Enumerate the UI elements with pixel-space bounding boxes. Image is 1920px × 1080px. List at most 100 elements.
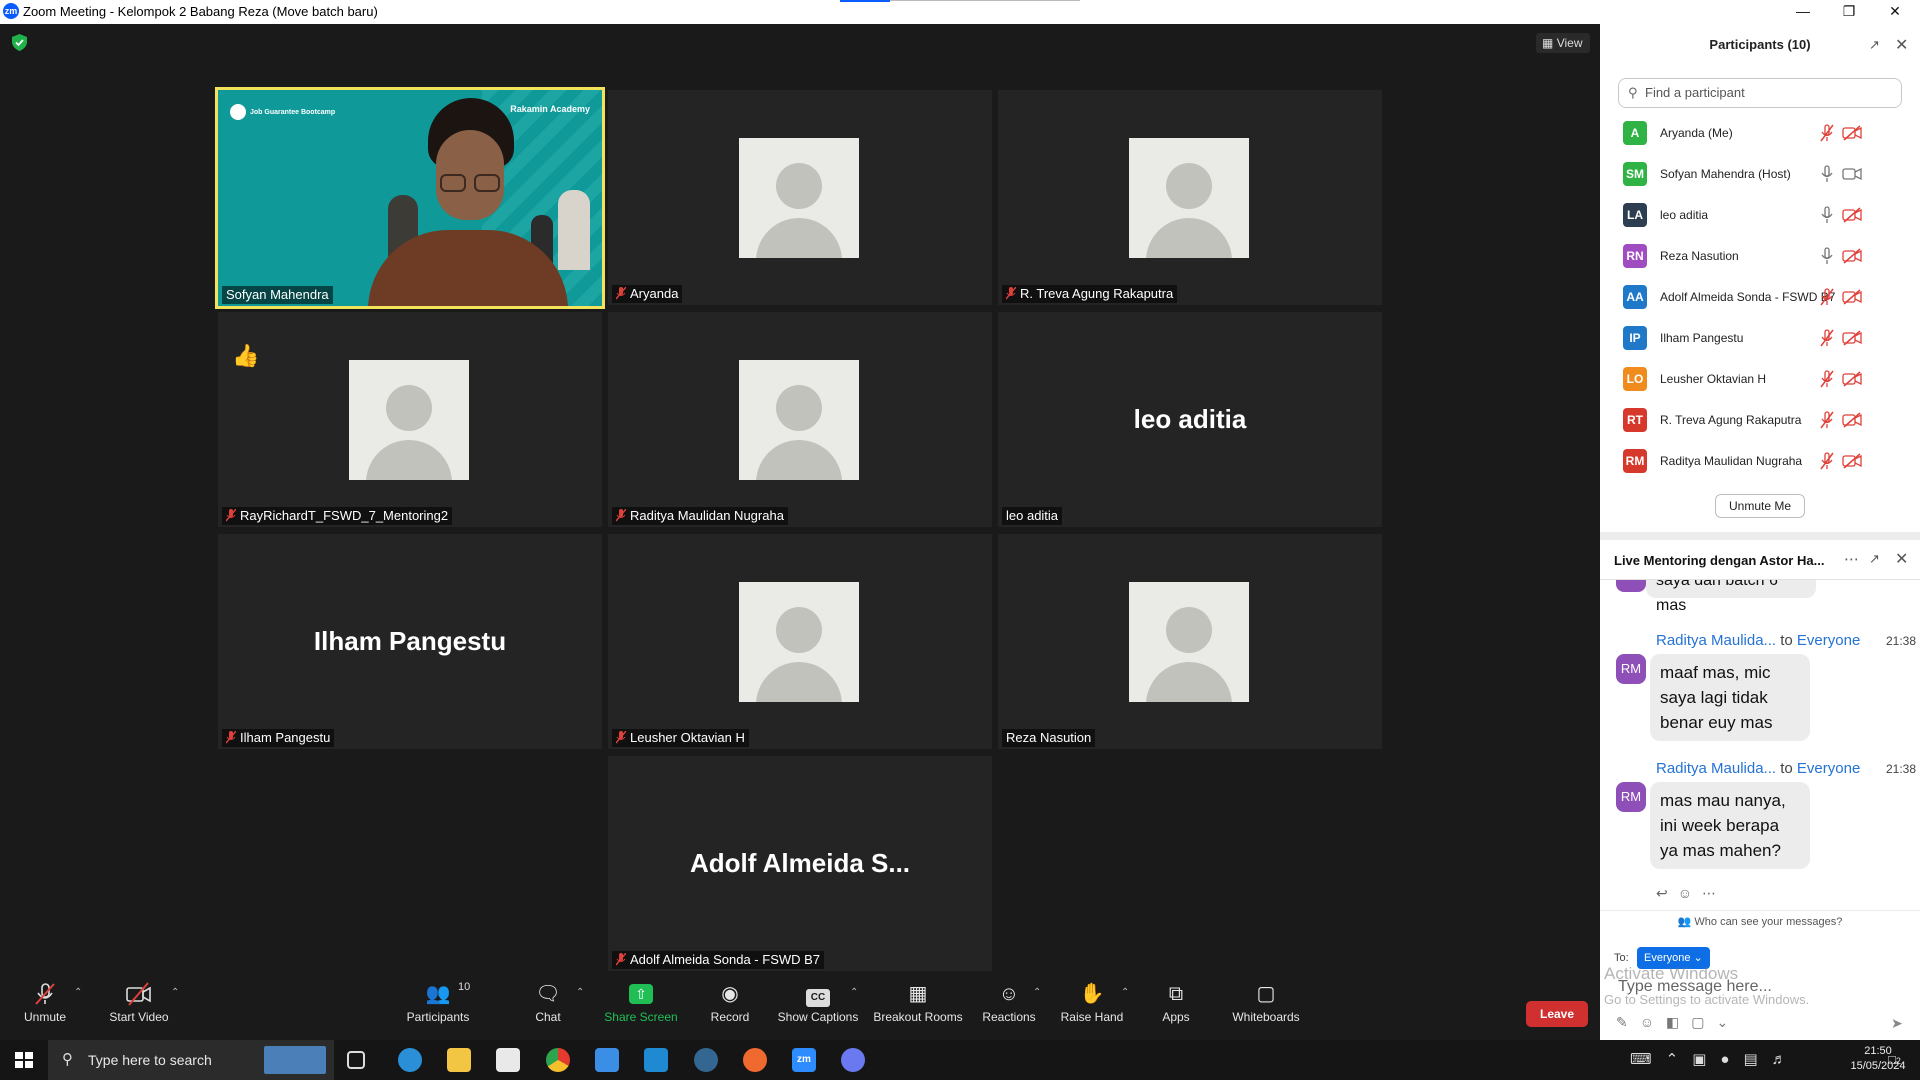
close-icon[interactable]: ✕	[1872, 0, 1918, 24]
video-tile-leusher[interactable]: Leusher Oktavian H	[608, 534, 992, 749]
more-icon[interactable]: ⋯	[1702, 885, 1726, 901]
video-tile-ilham[interactable]: Ilham Pangestu Ilham Pangestu	[218, 534, 602, 749]
chat-button[interactable]: 🗨 Chat	[528, 981, 568, 1035]
muted-mic-icon[interactable]	[1820, 411, 1834, 429]
video-off-icon[interactable]	[1842, 125, 1862, 141]
captions-options-caret-icon[interactable]: ⌃	[850, 987, 858, 998]
muted-mic-icon[interactable]	[1820, 452, 1834, 470]
chat-sender[interactable]: Raditya Maulida... to Everyone	[1656, 760, 1860, 777]
video-off-icon[interactable]	[1842, 207, 1862, 223]
screenshot-icon[interactable]: ▢	[1691, 1014, 1716, 1030]
windows-start-icon[interactable]	[0, 1040, 48, 1080]
chat-sender[interactable]: Raditya Maulida... to Everyone	[1656, 632, 1860, 649]
mic-icon[interactable]	[1820, 247, 1834, 265]
start-video-button[interactable]: Start Video	[104, 981, 174, 1035]
add-reaction-icon[interactable]: ☺	[1678, 885, 1702, 901]
minimize-icon[interactable]: —	[1780, 0, 1826, 24]
raise-hand-options-caret-icon[interactable]: ⌃	[1121, 987, 1129, 998]
video-off-icon[interactable]	[1842, 412, 1862, 428]
file-explorer-icon[interactable]	[447, 1048, 471, 1072]
participant-row[interactable]: IP Ilham Pangestu	[1600, 318, 1920, 359]
video-off-icon[interactable]	[1842, 289, 1862, 305]
muted-mic-icon[interactable]	[1820, 288, 1834, 306]
emoji-icon[interactable]: ☺	[1640, 1014, 1666, 1030]
zoom-icon[interactable]: zm	[792, 1048, 816, 1072]
store-icon[interactable]	[496, 1048, 520, 1072]
participants-button[interactable]: 👥 10 Participants	[402, 981, 474, 1035]
reactions-options-caret-icon[interactable]: ⌃	[1033, 987, 1041, 998]
breakout-rooms-button[interactable]: ▦ Breakout Rooms	[872, 981, 964, 1035]
whiteboards-button[interactable]: ▢ Whiteboards	[1230, 981, 1302, 1035]
restore-icon[interactable]: ❐	[1826, 0, 1872, 24]
unmute-button[interactable]: Unmute	[16, 981, 74, 1035]
participant-search-input[interactable]: ⚲ Find a participant	[1618, 78, 1902, 108]
participant-row[interactable]: SM Sofyan Mahendra (Host)	[1600, 154, 1920, 195]
panel-divider[interactable]	[1600, 532, 1920, 540]
audio-options-caret-icon[interactable]: ⌃	[74, 987, 82, 998]
share-screen-button[interactable]: ⇧ Share Screen	[603, 981, 679, 1035]
video-off-icon[interactable]	[1842, 330, 1862, 346]
format-icon[interactable]: ✎	[1616, 1014, 1640, 1030]
who-can-see-link[interactable]: 👥 Who can see your messages?	[1600, 910, 1920, 932]
more-options-icon[interactable]: ⋯	[1844, 550, 1859, 568]
mic-icon[interactable]: ●	[1720, 1051, 1743, 1068]
participant-row[interactable]: LO Leusher Oktavian H	[1600, 359, 1920, 400]
volume-icon[interactable]: ♬	[1772, 1051, 1801, 1068]
chevron-up-icon[interactable]: ⌃	[1666, 1051, 1693, 1068]
video-tile-leo[interactable]: leo aditia leo aditia	[998, 312, 1382, 527]
participant-row[interactable]: RM Raditya Maulidan Nugraha	[1600, 441, 1920, 482]
postgres-icon[interactable]	[694, 1048, 718, 1072]
popout-icon[interactable]: ↗	[1869, 551, 1880, 567]
encryption-shield-icon[interactable]	[12, 34, 27, 51]
vscode-icon[interactable]	[644, 1048, 668, 1072]
video-tile-aryanda[interactable]: Aryanda	[608, 90, 992, 305]
participant-list-scrollbar[interactable]	[1911, 113, 1916, 493]
leave-button[interactable]: Leave	[1526, 1001, 1588, 1027]
video-off-icon[interactable]	[1842, 248, 1862, 264]
unmute-me-button[interactable]: Unmute Me	[1715, 494, 1805, 518]
file-icon[interactable]: ◧	[1666, 1014, 1691, 1030]
keyboard-icon[interactable]: ⌨	[1630, 1051, 1666, 1068]
edge-icon[interactable]	[398, 1048, 422, 1072]
video-tile-rayrichard[interactable]: RayRichardT_FSWD_7_Mentoring2	[218, 312, 602, 527]
video-tile-sofyan[interactable]: Job Guarantee Bootcamp Rakamin Academy S…	[215, 87, 605, 309]
network-icon[interactable]: ▤	[1743, 1051, 1771, 1068]
camera-icon[interactable]: ▣	[1692, 1051, 1720, 1068]
chrome-icon[interactable]	[546, 1048, 570, 1072]
close-icon[interactable]: ✕	[1895, 549, 1908, 569]
apps-button[interactable]: ⧉ Apps	[1160, 981, 1192, 1035]
raise-hand-button[interactable]: ✋ Raise Hand	[1059, 981, 1125, 1035]
notification-icon[interactable]: □2	[1888, 1052, 1901, 1080]
muted-mic-icon[interactable]	[1820, 370, 1834, 388]
reactions-button[interactable]: ☺ Reactions	[980, 981, 1038, 1035]
video-tile-raditya[interactable]: Raditya Maulidan Nugraha	[608, 312, 992, 527]
video-tile-adolf[interactable]: Adolf Almeida S... Adolf Almeida Sonda -…	[608, 756, 992, 971]
show-captions-button[interactable]: CC Show Captions	[776, 981, 860, 1035]
participant-row[interactable]: AA Adolf Almeida Sonda - FSWD B7	[1600, 277, 1920, 318]
mic-icon[interactable]	[1820, 206, 1834, 224]
video-icon[interactable]	[1842, 166, 1862, 182]
video-tile-treva[interactable]: R. Treva Agung Rakaputra	[998, 90, 1382, 305]
taskbar-search-input[interactable]: ⚲ Type here to search	[48, 1040, 334, 1080]
muted-mic-icon[interactable]	[1820, 124, 1834, 142]
chat-options-caret-icon[interactable]: ⌃	[576, 987, 584, 998]
mic-icon[interactable]	[1820, 165, 1834, 183]
participant-row[interactable]: RN Reza Nasution	[1600, 236, 1920, 277]
postman-icon[interactable]	[743, 1048, 767, 1072]
video-off-icon[interactable]	[1842, 453, 1862, 469]
close-icon[interactable]: ✕	[1895, 35, 1908, 55]
task-view-icon[interactable]	[347, 1051, 365, 1069]
discord-icon[interactable]	[841, 1048, 865, 1072]
video-tile-reza[interactable]: Reza Nasution	[998, 534, 1382, 749]
participant-row[interactable]: LA leo aditia	[1600, 195, 1920, 236]
view-button[interactable]: ▦ View	[1536, 33, 1590, 53]
video-options-caret-icon[interactable]: ⌃	[171, 987, 179, 998]
send-icon[interactable]: ➤	[1891, 1015, 1903, 1032]
record-button[interactable]: ◉ Record	[706, 981, 754, 1035]
chevron-down-icon[interactable]: ⌄	[1717, 1014, 1741, 1030]
reply-icon[interactable]: ↩	[1656, 885, 1678, 901]
muted-mic-icon[interactable]	[1820, 329, 1834, 347]
mail-icon[interactable]	[595, 1048, 619, 1072]
participant-row[interactable]: RT R. Treva Agung Rakaputra	[1600, 400, 1920, 441]
participant-row[interactable]: A Aryanda (Me)	[1600, 113, 1920, 154]
